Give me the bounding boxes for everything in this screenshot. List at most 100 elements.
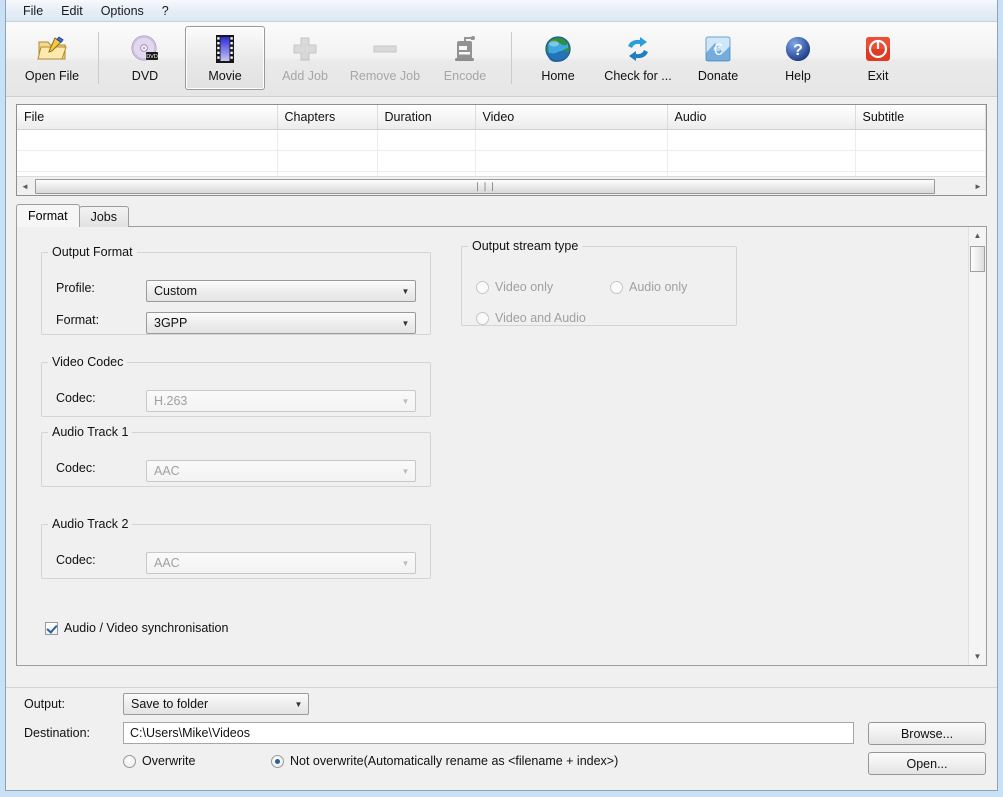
video-codec-combobox[interactable]: H.263 ▼	[146, 390, 416, 412]
radio-overwrite[interactable]: Overwrite	[123, 754, 195, 768]
vscroll-thumb[interactable]	[970, 246, 985, 272]
toolbar-button-remove-job[interactable]: Remove Job	[345, 26, 425, 90]
plus-icon	[289, 33, 321, 65]
column-header-subtitle[interactable]: Subtitle	[855, 105, 986, 130]
profile-label: Profile:	[56, 281, 95, 295]
format-panel-body: Output Format Profile: Custom ▼ Format: …	[17, 227, 968, 665]
hscroll-track[interactable]: ❘❘❘	[33, 178, 970, 195]
profile-combobox-value: Custom	[154, 284, 198, 298]
scroll-left-arrow-icon[interactable]: ◄	[17, 178, 33, 195]
radio-video-only[interactable]: Video only	[476, 280, 553, 294]
globe-icon	[542, 33, 574, 65]
radio-audio-only-label: Audio only	[629, 280, 688, 294]
toolbar-label-encode: Encode	[443, 69, 487, 83]
svg-text:€: €	[713, 40, 723, 59]
group-audio-track-1-legend: Audio Track 1	[52, 425, 129, 439]
radio-indicator-icon	[123, 754, 136, 768]
main-toolbar: Open File DVD DVD Movie Add Job Remove J…	[6, 22, 997, 97]
cell-subtitle	[855, 150, 986, 172]
field-audio-track-2-codec: Codec:	[56, 553, 146, 567]
field-audio-track-1-codec: Codec:	[56, 461, 146, 475]
toolbar-button-check-for-updates[interactable]: Check for ...	[598, 26, 678, 90]
format-combobox-value: 3GPP	[154, 316, 188, 330]
destination-input[interactable]: C:\Users\Mike\Videos	[123, 722, 854, 744]
toolbar-label-movie: Movie	[208, 69, 242, 83]
chevron-down-icon: ▼	[401, 318, 410, 328]
file-list-horizontal-scrollbar[interactable]: ◄ ❘❘❘ ►	[17, 176, 986, 195]
euro-card-icon: €	[702, 33, 734, 65]
video-codec-label: Codec:	[56, 391, 96, 405]
cell-audio	[667, 150, 856, 172]
cell-chapters	[277, 129, 378, 151]
divider-top	[6, 687, 997, 688]
toolbar-label-donate: Donate	[697, 69, 739, 83]
profile-combobox[interactable]: Custom ▼	[146, 280, 416, 302]
group-output-format-legend: Output Format	[52, 245, 133, 259]
audio-track-1-codec-combobox[interactable]: AAC ▼	[146, 460, 416, 482]
radio-not-overwrite-label: Not overwrite(Automatically rename as <f…	[290, 754, 619, 768]
scroll-down-arrow-icon[interactable]: ▼	[969, 648, 986, 665]
group-output-stream-type: Output stream type Video only Audio only…	[461, 239, 737, 326]
toolbar-button-add-job[interactable]: Add Job	[265, 26, 345, 90]
table-row[interactable]	[17, 150, 986, 172]
scroll-up-arrow-icon[interactable]: ▲	[969, 227, 986, 244]
tab-jobs[interactable]: Jobs	[78, 206, 129, 227]
toolbar-label-remove-job: Remove Job	[349, 69, 421, 83]
table-row[interactable]	[17, 129, 986, 151]
checkbox-av-synchronisation[interactable]: Audio / Video synchronisation	[45, 621, 228, 635]
vscroll-track[interactable]	[969, 244, 986, 648]
toolbar-button-exit[interactable]: Exit	[838, 26, 918, 90]
tab-format-label: Format	[28, 209, 68, 223]
column-header-chapters[interactable]: Chapters	[277, 105, 378, 130]
output-mode-combobox[interactable]: Save to folder ▼	[123, 693, 309, 715]
file-list[interactable]: File Chapters Duration Video Audio Subti…	[16, 104, 987, 196]
application-window: File Edit Options ? Open File DVD DVD Mo…	[0, 0, 1003, 797]
radio-video-only-label: Video only	[495, 280, 554, 294]
open-button-label: Open...	[906, 756, 948, 771]
column-header-duration[interactable]: Duration	[377, 105, 476, 130]
toolbar-button-donate[interactable]: € Donate	[678, 26, 758, 90]
file-list-header-row: File Chapters Duration Video Audio Subti…	[17, 105, 986, 130]
open-button[interactable]: Open...	[868, 752, 986, 775]
audio-track-2-codec-value: AAC	[154, 556, 180, 570]
column-header-audio[interactable]: Audio	[667, 105, 856, 130]
output-label: Output:	[24, 697, 65, 711]
radio-audio-only[interactable]: Audio only	[610, 280, 687, 294]
video-codec-combobox-value: H.263	[154, 394, 188, 408]
radio-not-overwrite[interactable]: Not overwrite(Automatically rename as <f…	[271, 754, 618, 768]
svg-text:DVD: DVD	[146, 54, 158, 60]
menu-item-file[interactable]: File	[14, 2, 52, 20]
menu-item-edit[interactable]: Edit	[52, 2, 92, 20]
group-video-codec-legend: Video Codec	[52, 355, 124, 369]
menu-item-options[interactable]: Options	[92, 2, 153, 20]
audio-track-1-codec-value: AAC	[154, 464, 180, 478]
toolbar-button-movie[interactable]: Movie	[185, 26, 265, 90]
destination-label: Destination:	[24, 726, 91, 740]
menu-item-help[interactable]: ?	[153, 2, 178, 20]
column-header-video[interactable]: Video	[475, 105, 668, 130]
toolbar-button-home[interactable]: Home	[518, 26, 598, 90]
hscroll-thumb[interactable]: ❘❘❘	[35, 178, 935, 194]
audio-track-2-codec-combobox[interactable]: AAC ▼	[146, 552, 416, 574]
column-header-file[interactable]: File	[17, 105, 278, 130]
format-combobox[interactable]: 3GPP ▼	[146, 312, 416, 334]
tab-format[interactable]: Format	[16, 204, 80, 227]
group-audio-track-1: Audio Track 1 Codec: AAC ▼	[41, 425, 431, 487]
scroll-right-arrow-icon[interactable]: ►	[970, 178, 986, 195]
field-profile: Profile:	[56, 281, 146, 295]
svg-text:?: ?	[793, 42, 803, 59]
cell-duration	[377, 129, 476, 151]
cell-video	[475, 150, 668, 172]
radio-video-and-audio[interactable]: Video and Audio	[476, 311, 586, 325]
audio-track-1-codec-label: Codec:	[56, 461, 96, 475]
chevron-down-icon: ▼	[401, 466, 410, 476]
radio-overwrite-label: Overwrite	[142, 754, 196, 768]
output-destination-area: Output: Save to folder ▼ Destination: C:…	[6, 685, 997, 790]
toolbar-button-help[interactable]: ? Help	[758, 26, 838, 90]
browse-button[interactable]: Browse...	[868, 722, 986, 745]
toolbar-button-encode[interactable]: Encode	[425, 26, 505, 90]
toolbar-button-dvd[interactable]: DVD DVD	[105, 26, 185, 90]
toolbar-button-open-file[interactable]: Open File	[12, 26, 92, 90]
format-panel-vertical-scrollbar[interactable]: ▲ ▼	[968, 227, 986, 665]
cell-video	[475, 129, 668, 151]
